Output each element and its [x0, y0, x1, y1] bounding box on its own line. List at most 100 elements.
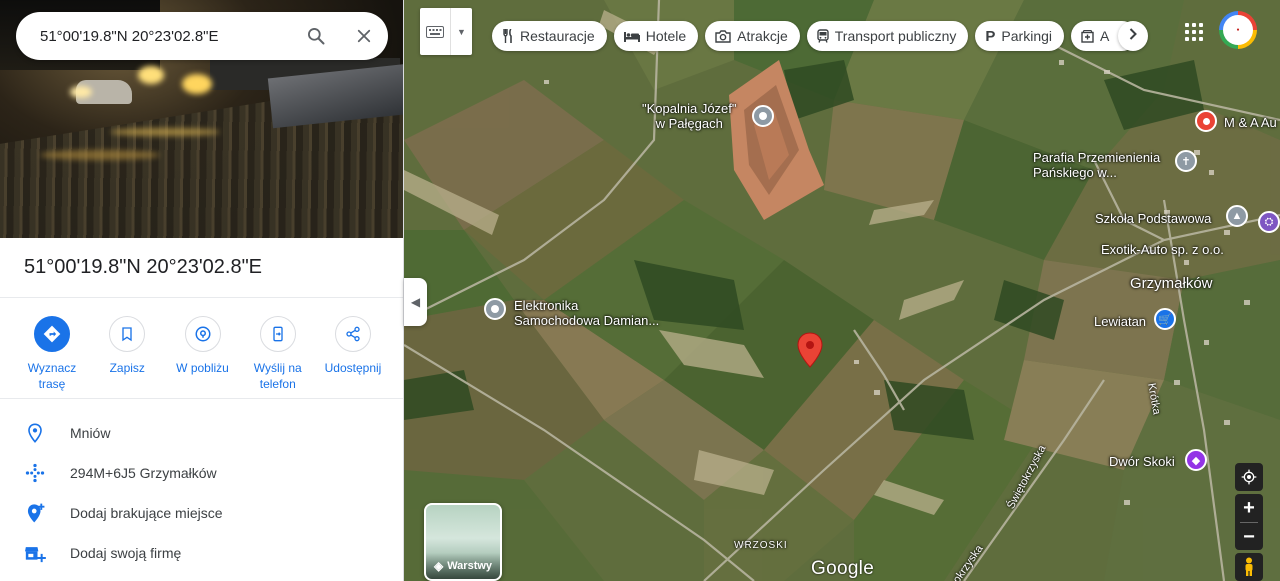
chip-public-transit-label: Transport publiczny — [834, 28, 957, 44]
restaurant-icon — [502, 29, 514, 43]
map-label-dwor-skoki[interactable]: Dwór Skoki — [1109, 454, 1175, 469]
add-business-text: Dodaj swoją firmę — [70, 545, 182, 561]
detail-address[interactable]: Mniów — [0, 413, 403, 453]
poi-landmark-icon[interactable] — [484, 298, 506, 320]
nearby-icon — [184, 316, 221, 352]
my-location-icon — [1241, 469, 1257, 485]
hotel-icon — [623, 30, 640, 42]
map-label-kopalnia[interactable]: "Kopalnia Józef" w Pałęgach — [642, 101, 737, 131]
category-chips: Restauracje Hotele Atrakcje Transport pu… — [492, 21, 1138, 53]
map-label-parafia[interactable]: Parafia Przemienienia Pańskiego w... — [1033, 150, 1160, 180]
directions-button[interactable]: Wyznacz trasę — [15, 316, 89, 392]
chip-public-transit[interactable]: Transport publiczny — [806, 21, 969, 51]
map-label-wrzoski: WRZOSKI — [734, 540, 788, 551]
satellite-map[interactable]: "Kopalnia Józef" w Pałęgach Elektronika Sa… — [404, 0, 1280, 581]
action-bar: Wyznacz trasę Zapisz W pobliżu Wyślij na… — [15, 316, 390, 392]
light-reflection — [40, 150, 160, 160]
chips-next-button[interactable] — [1118, 21, 1148, 51]
layers-label-wrap: ◈ Warstwy — [426, 553, 500, 579]
transit-icon — [817, 29, 829, 43]
avatar-image: ● — [1223, 15, 1253, 45]
chip-parking-label: Parkingi — [1001, 28, 1053, 44]
chip-hotels[interactable]: Hotele — [613, 21, 699, 51]
map-label-lewiatan[interactable]: Lewiatan — [1094, 314, 1146, 329]
school-icon[interactable]: ▲ — [1226, 205, 1248, 227]
chip-pharmacy-label: A — [1100, 28, 1110, 44]
chip-restaurants-label: Restauracje — [520, 28, 595, 44]
detail-plus-code-text: 294M+6J5 Grzymałków — [70, 465, 217, 481]
search-input[interactable]: 51°00'19.8"N 20°23'02.8"E — [40, 28, 292, 45]
collapse-panel-button[interactable]: ◀ — [404, 278, 427, 326]
parking-icon: P — [985, 27, 996, 45]
zoom-in-button[interactable]: + — [1235, 494, 1263, 522]
close-icon[interactable] — [340, 12, 388, 60]
account-avatar[interactable]: ● — [1219, 11, 1257, 49]
zoom-out-button[interactable]: − — [1235, 523, 1263, 551]
add-business-icon — [24, 542, 46, 564]
directions-icon — [34, 316, 70, 352]
input-tools-button[interactable]: ▼ — [420, 8, 472, 55]
street-view-pegman-icon[interactable] — [1235, 553, 1263, 581]
dropped-pin-icon[interactable] — [797, 332, 823, 368]
nearby-button[interactable]: W pobliżu — [166, 316, 240, 392]
poi-red-icon[interactable] — [1195, 110, 1217, 132]
send-to-phone-icon — [259, 316, 296, 352]
apps-grid-icon[interactable] — [1182, 20, 1206, 44]
google-logo: Google — [811, 558, 875, 579]
place-details: Mniów 294M+6J5 Grzymałków Dodaj brakując… — [0, 413, 403, 573]
add-missing-place[interactable]: Dodaj brakujące miejsce — [0, 493, 403, 533]
hotel-poi-icon[interactable]: ◆ — [1185, 449, 1207, 471]
camera-icon — [715, 29, 731, 43]
divider — [0, 297, 403, 298]
bookmark-icon — [109, 316, 146, 352]
chip-parking[interactable]: P Parkingi — [975, 21, 1065, 51]
detail-address-text: Mniów — [70, 425, 111, 441]
headlight-glow — [70, 86, 92, 98]
chip-restaurants[interactable]: Restauracje — [492, 21, 607, 51]
plus-code-icon — [24, 462, 46, 484]
add-missing-place-text: Dodaj brakujące miejsce — [70, 505, 223, 521]
place-title: 51°00'19.8"N 20°23'02.8"E — [24, 256, 263, 278]
send-to-phone-button[interactable]: Wyślij na telefon — [241, 316, 315, 392]
share-icon — [335, 316, 371, 352]
chevron-left-icon: ◀ — [410, 295, 421, 309]
layers-button[interactable]: ◈ Warstwy — [424, 503, 502, 581]
shopping-cart-icon[interactable]: 🛒 — [1154, 308, 1176, 330]
share-label: Udostępnij — [324, 361, 382, 375]
share-button[interactable]: Udostępnij — [316, 316, 390, 392]
side-panel: 51°00'19.8"N 20°23'02.8"E 51°00'19.8"N 2… — [0, 0, 404, 581]
poi-landmark-icon[interactable] — [752, 105, 774, 127]
map-label-szkola[interactable]: Szkoła Podstawowa — [1095, 211, 1211, 226]
headlight-glow — [182, 74, 212, 94]
location-pin-icon — [24, 422, 46, 444]
map-label-exotik[interactable]: Exotik-Auto sp. z o.o. — [1101, 242, 1224, 257]
map-label-ma-auto[interactable]: M & A Au — [1224, 115, 1277, 130]
pharmacy-icon — [1081, 29, 1094, 43]
save-button[interactable]: Zapisz — [90, 316, 164, 392]
chevron-down-icon[interactable]: ▼ — [450, 8, 472, 55]
add-place-icon — [24, 502, 46, 524]
my-location-button[interactable] — [1235, 463, 1263, 491]
keyboard-icon[interactable] — [420, 8, 450, 55]
detail-plus-code[interactable]: 294M+6J5 Grzymałków — [0, 453, 403, 493]
headlight-glow — [138, 66, 164, 84]
divider — [0, 398, 403, 399]
chevron-right-icon — [1129, 27, 1137, 45]
map-label-elektronika[interactable]: Elektronika Samochodowa Damian... — [514, 298, 659, 328]
chip-attractions[interactable]: Atrakcje — [705, 21, 800, 51]
send-to-phone-label: Wyślij na telefon — [253, 361, 302, 391]
save-label: Zapisz — [109, 361, 145, 375]
map-label-grzymalkow[interactable]: Grzymałków — [1130, 276, 1213, 291]
search-icon[interactable] — [292, 12, 340, 60]
layers-icon: ◈ — [433, 559, 444, 573]
car-service-icon[interactable]: ⛭ — [1258, 211, 1280, 233]
directions-label: Wyznacz trasę — [27, 361, 77, 391]
chip-hotels-label: Hotele — [645, 28, 687, 44]
chip-attractions-label: Atrakcje — [737, 28, 788, 44]
church-icon[interactable]: ✝ — [1175, 150, 1197, 172]
zoom-controls: + − — [1235, 494, 1263, 550]
add-business[interactable]: Dodaj swoją firmę — [0, 533, 403, 573]
light-reflection — [110, 128, 220, 136]
search-box[interactable]: 51°00'19.8"N 20°23'02.8"E — [16, 12, 388, 60]
layers-label: Warstwy — [447, 560, 493, 572]
